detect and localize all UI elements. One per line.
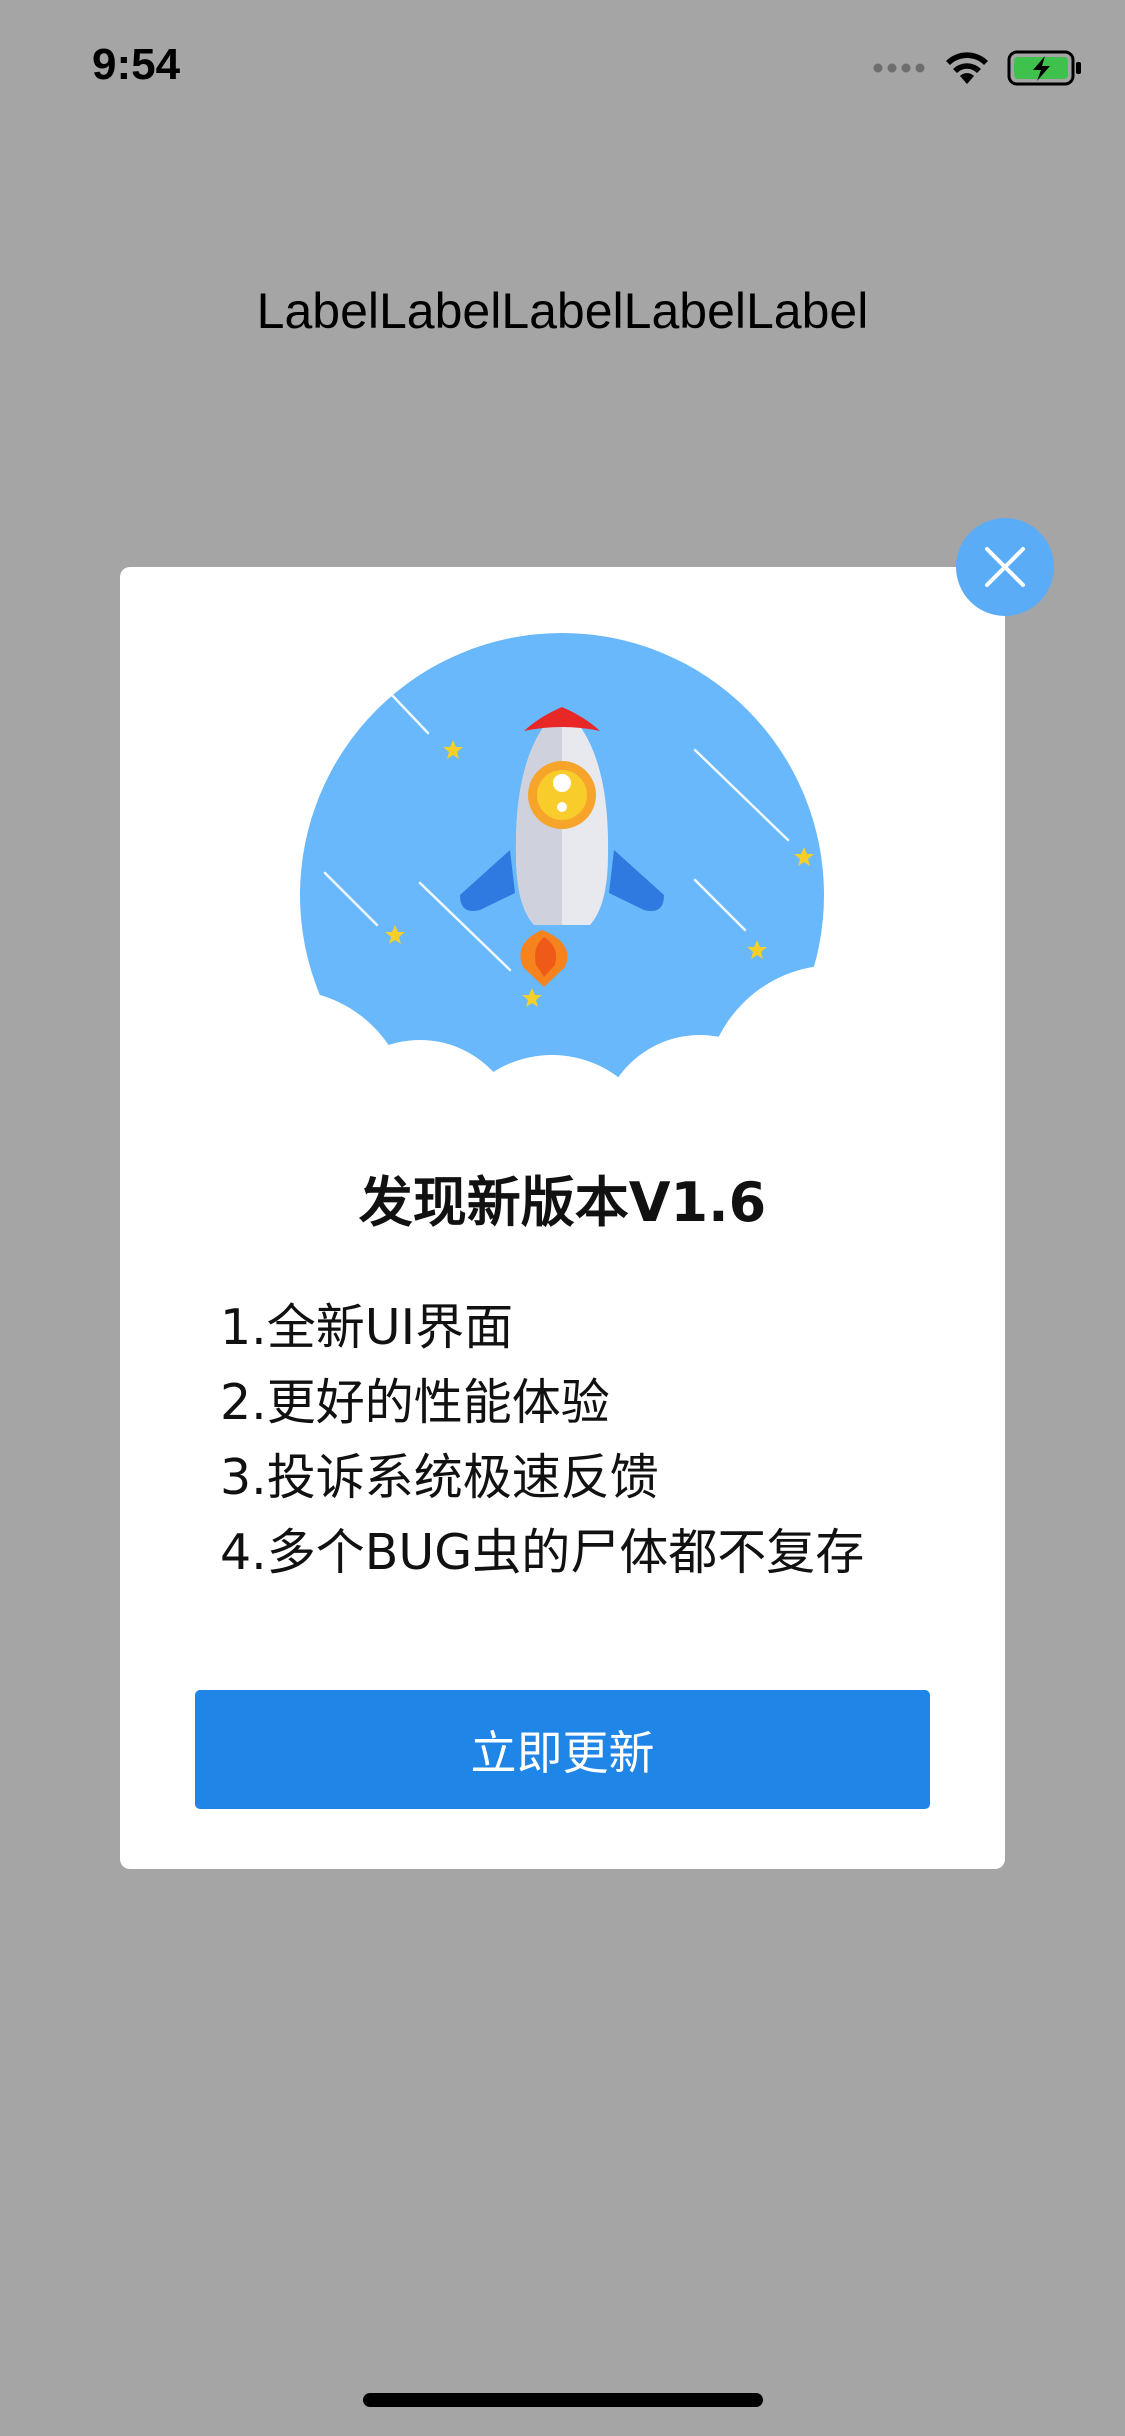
home-indicator[interactable] xyxy=(363,2393,763,2407)
close-button[interactable] xyxy=(956,518,1054,616)
top-label: LabelLabelLabelLabelLabel xyxy=(256,283,869,339)
close-icon xyxy=(985,547,1025,587)
status-icons xyxy=(873,50,1083,86)
wifi-icon xyxy=(946,52,988,84)
release-notes-list: 1.全新UI界面 2.更好的性能体验 3.投诉系统极速反馈 4.多个BUG虫的尸… xyxy=(220,1290,864,1590)
rocket-illustration xyxy=(180,633,945,1120)
release-note-item: 1.全新UI界面 xyxy=(220,1299,514,1356)
release-note-item: 4.多个BUG虫的尸体都不复存 xyxy=(220,1524,865,1581)
release-note-item: 2.更好的性能体验 xyxy=(220,1374,610,1431)
signal-dots-icon xyxy=(873,63,925,73)
dialog-title: 发现新版本V1.6 xyxy=(358,1171,767,1234)
status-time: 9:54 xyxy=(92,40,181,89)
update-now-button[interactable]: 立即更新 xyxy=(195,1690,930,1809)
battery-charging-icon xyxy=(1007,50,1081,86)
screen: 9:54 LabelLabelLabelLabelLabel 发现新版本V1.6… xyxy=(0,0,1125,2436)
release-note-item: 3.投诉系统极速反馈 xyxy=(220,1449,659,1506)
